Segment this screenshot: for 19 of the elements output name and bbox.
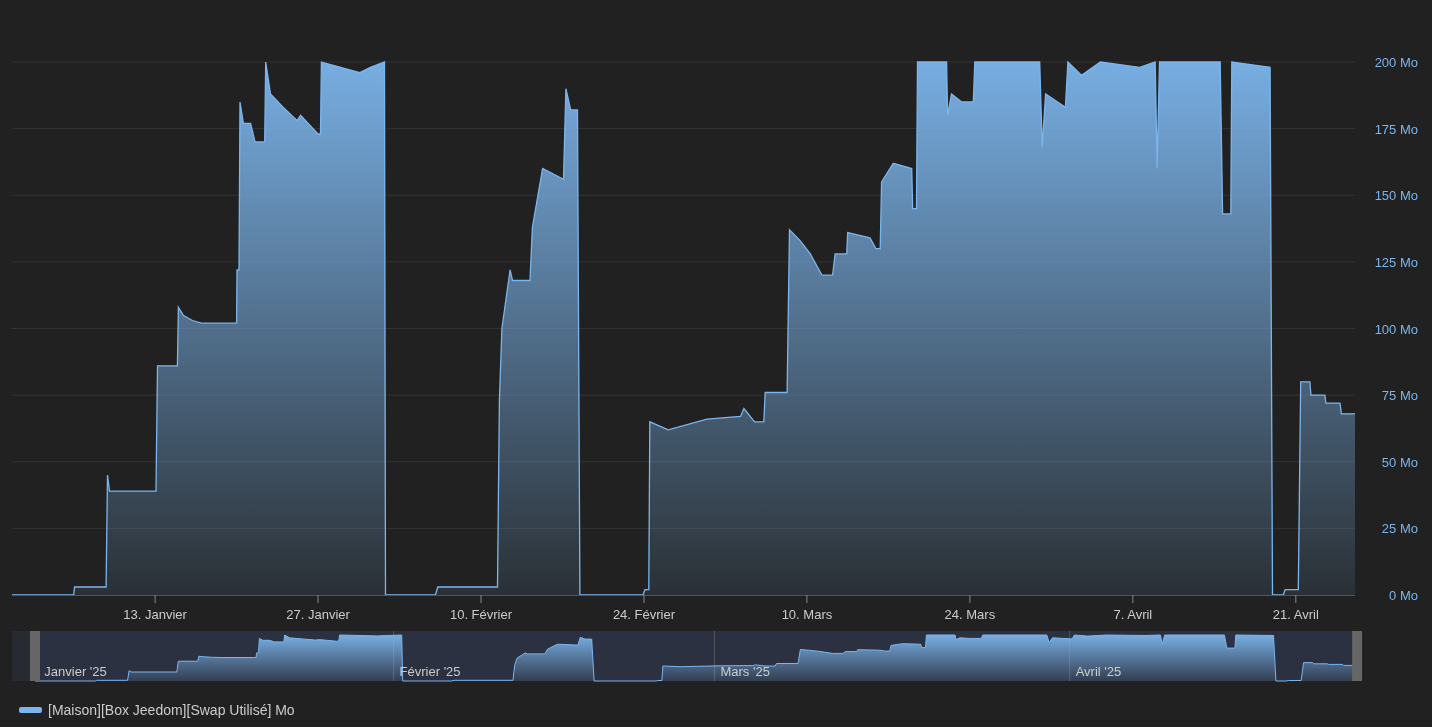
y-axis-label: 100 Mo [1374, 321, 1418, 337]
y-axis-label: 0 Mo [1389, 588, 1418, 603]
x-axis-label: 24. Mars [944, 607, 996, 622]
y-axis-label: 75 Mo [1381, 388, 1418, 404]
x-axis-label: 24. Février [612, 607, 676, 622]
y-axis-label: 150 Mo [1374, 188, 1418, 204]
y-axis-label: 175 Mo [1374, 121, 1418, 137]
x-axis-label: 21. Avril [1272, 607, 1319, 622]
x-axis-label: 27. Janvier [286, 607, 350, 622]
x-axis-label: 7. Avril [1113, 607, 1153, 622]
y-axis-label: 200 Mo [1374, 55, 1418, 70]
legend-label[interactable]: [Maison][Box Jeedom][Swap Utilisé] Mo [48, 702, 295, 718]
y-axis-label: 125 Mo [1374, 254, 1418, 270]
legend-swatch [19, 707, 42, 713]
x-axis-label: 10. Février [449, 607, 513, 622]
y-axis-label: 25 Mo [1381, 521, 1418, 537]
x-axis-label: 10. Mars [781, 607, 833, 622]
y-axis-label: 50 Mo [1381, 454, 1418, 470]
x-axis-label: 13. Janvier [123, 607, 187, 622]
